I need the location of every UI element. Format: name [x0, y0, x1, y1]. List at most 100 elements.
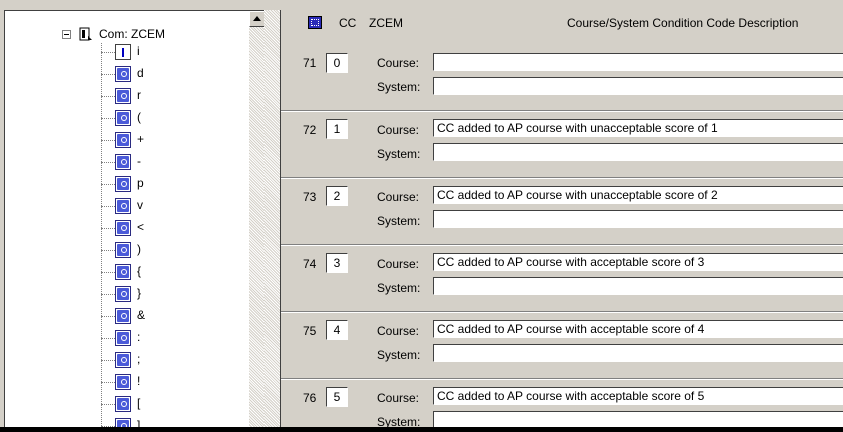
- condition-icon[interactable]: [115, 220, 131, 236]
- tree-node-label[interactable]: v: [137, 198, 143, 212]
- condition-icon[interactable]: [115, 264, 131, 280]
- course-label: Course:: [377, 257, 420, 271]
- condition-icon[interactable]: [115, 154, 131, 170]
- system-description-field[interactable]: [433, 411, 843, 428]
- record-list: 71 0 Course: System: 72 1 Course: CC added to A…: [281, 34, 843, 428]
- tree-branch-line: [101, 404, 115, 405]
- splitter[interactable]: [264, 10, 280, 428]
- tree-node-label[interactable]: &: [137, 308, 145, 322]
- course-label: Course:: [377, 123, 420, 137]
- course-description-field[interactable]: CC added to AP course with acceptable sc…: [433, 320, 843, 338]
- cc-code-field[interactable]: 1: [326, 119, 348, 139]
- tree-node-label[interactable]: r: [137, 88, 141, 102]
- scroll-up-button[interactable]: [249, 11, 265, 27]
- course-description-field[interactable]: CC added to AP course with acceptable sc…: [433, 387, 843, 405]
- tree-node-label[interactable]: <: [137, 220, 144, 234]
- course-label: Course:: [377, 190, 420, 204]
- column-header: CC ZCEM Course/System Condition Code Des…: [281, 10, 843, 30]
- system-label: System:: [377, 80, 421, 94]
- condition-icon[interactable]: [115, 88, 131, 104]
- course-label: Course:: [377, 56, 420, 70]
- condition-record: 76 5 Course: CC added to AP course with acc…: [281, 381, 843, 428]
- course-description-field[interactable]: [433, 53, 843, 71]
- condition-code-panel: CC ZCEM Course/System Condition Code Des…: [280, 10, 843, 428]
- record-number: 75: [303, 324, 317, 338]
- system-label: System:: [377, 214, 421, 228]
- cc-code-field[interactable]: 5: [326, 387, 348, 407]
- condition-icon[interactable]: [115, 198, 131, 214]
- info-icon[interactable]: [115, 44, 131, 60]
- system-description-field[interactable]: [433, 77, 843, 95]
- tree-panel: Com: ZCEM i d r(+ - p v <){} &:;![]: [4, 10, 265, 428]
- collapse-toggle-icon[interactable]: [62, 30, 71, 39]
- tree-branch-line: [101, 74, 115, 75]
- tree-node-label[interactable]: {: [137, 264, 141, 278]
- record-number: 76: [303, 391, 317, 405]
- cc-header: CC: [339, 16, 357, 30]
- record-number: 72: [303, 123, 317, 137]
- condition-icon[interactable]: [115, 352, 131, 368]
- condition-record: 73 2 Course: CC added to AP course with una…: [281, 180, 843, 245]
- description-header: Course/System Condition Code Description: [567, 16, 799, 30]
- tree-branch-line: [101, 184, 115, 185]
- condition-icon[interactable]: [115, 374, 131, 390]
- tree-node-label[interactable]: -: [137, 154, 141, 168]
- bottom-frame-edge: [0, 427, 843, 432]
- tree-node-label[interactable]: !: [137, 374, 140, 388]
- tree-node-label[interactable]: i: [137, 44, 140, 58]
- tree-node-label[interactable]: (: [137, 110, 141, 124]
- condition-record: 72 1 Course: CC added to AP course with una…: [281, 113, 843, 178]
- grid-icon[interactable]: [308, 16, 322, 29]
- condition-icon[interactable]: [115, 132, 131, 148]
- system-label: System:: [377, 281, 421, 295]
- record-number: 73: [303, 190, 317, 204]
- system-description-field[interactable]: [433, 277, 843, 295]
- tree-branch-line: [101, 382, 115, 383]
- tree-node-label[interactable]: ;: [137, 352, 140, 366]
- tree-node-label[interactable]: [: [137, 396, 140, 410]
- tree-node-label[interactable]: ): [137, 242, 141, 256]
- course-description-field[interactable]: CC added to AP course with acceptable sc…: [433, 253, 843, 271]
- system-description-field[interactable]: [433, 210, 843, 228]
- tree-node-label[interactable]: :: [137, 330, 140, 344]
- tree-branch-line: [101, 360, 115, 361]
- condition-icon[interactable]: [115, 308, 131, 324]
- cc-code-field[interactable]: 3: [326, 253, 348, 273]
- tree-connector-line: [101, 43, 102, 428]
- course-label: Course:: [377, 391, 420, 405]
- tree-root-label[interactable]: Com: ZCEM: [99, 27, 165, 41]
- cc-code-field[interactable]: 2: [326, 186, 348, 206]
- tree-branch-line: [101, 52, 115, 53]
- tree-branch-line: [101, 118, 115, 119]
- condition-icon[interactable]: [115, 66, 131, 82]
- system-label: System:: [377, 348, 421, 362]
- record-number: 71: [303, 56, 317, 70]
- system-description-field[interactable]: [433, 344, 843, 362]
- tree-branch-line: [101, 228, 115, 229]
- tree-branch-line: [101, 294, 115, 295]
- cc-code-field[interactable]: 4: [326, 320, 348, 340]
- tree-node-label[interactable]: +: [137, 132, 144, 146]
- condition-icon[interactable]: [115, 330, 131, 346]
- condition-record: 75 4 Course: CC added to AP course with acc…: [281, 314, 843, 379]
- tree-branch-line: [101, 338, 115, 339]
- condition-icon[interactable]: [115, 242, 131, 258]
- component-icon[interactable]: [79, 26, 93, 42]
- condition-icon[interactable]: [115, 176, 131, 192]
- tree-node-label[interactable]: p: [137, 176, 144, 190]
- condition-icon[interactable]: [115, 110, 131, 126]
- tree-node-label[interactable]: d: [137, 66, 144, 80]
- system-description-field[interactable]: [433, 143, 843, 161]
- condition-record: 74 3 Course: CC added to AP course with acc…: [281, 247, 843, 312]
- cc-code-field[interactable]: 0: [326, 53, 348, 73]
- tree-node-label[interactable]: }: [137, 286, 141, 300]
- tree-branch-line: [101, 140, 115, 141]
- condition-record: 71 0 Course: System:: [281, 34, 843, 111]
- tree-branch-line: [101, 162, 115, 163]
- tree-branch-line: [101, 272, 115, 273]
- course-description-field[interactable]: CC added to AP course with unacceptable …: [433, 186, 843, 204]
- condition-icon[interactable]: [115, 396, 131, 412]
- course-description-field[interactable]: CC added to AP course with unacceptable …: [433, 119, 843, 137]
- condition-icon[interactable]: [115, 286, 131, 302]
- tree-scrollbar[interactable]: [249, 11, 265, 428]
